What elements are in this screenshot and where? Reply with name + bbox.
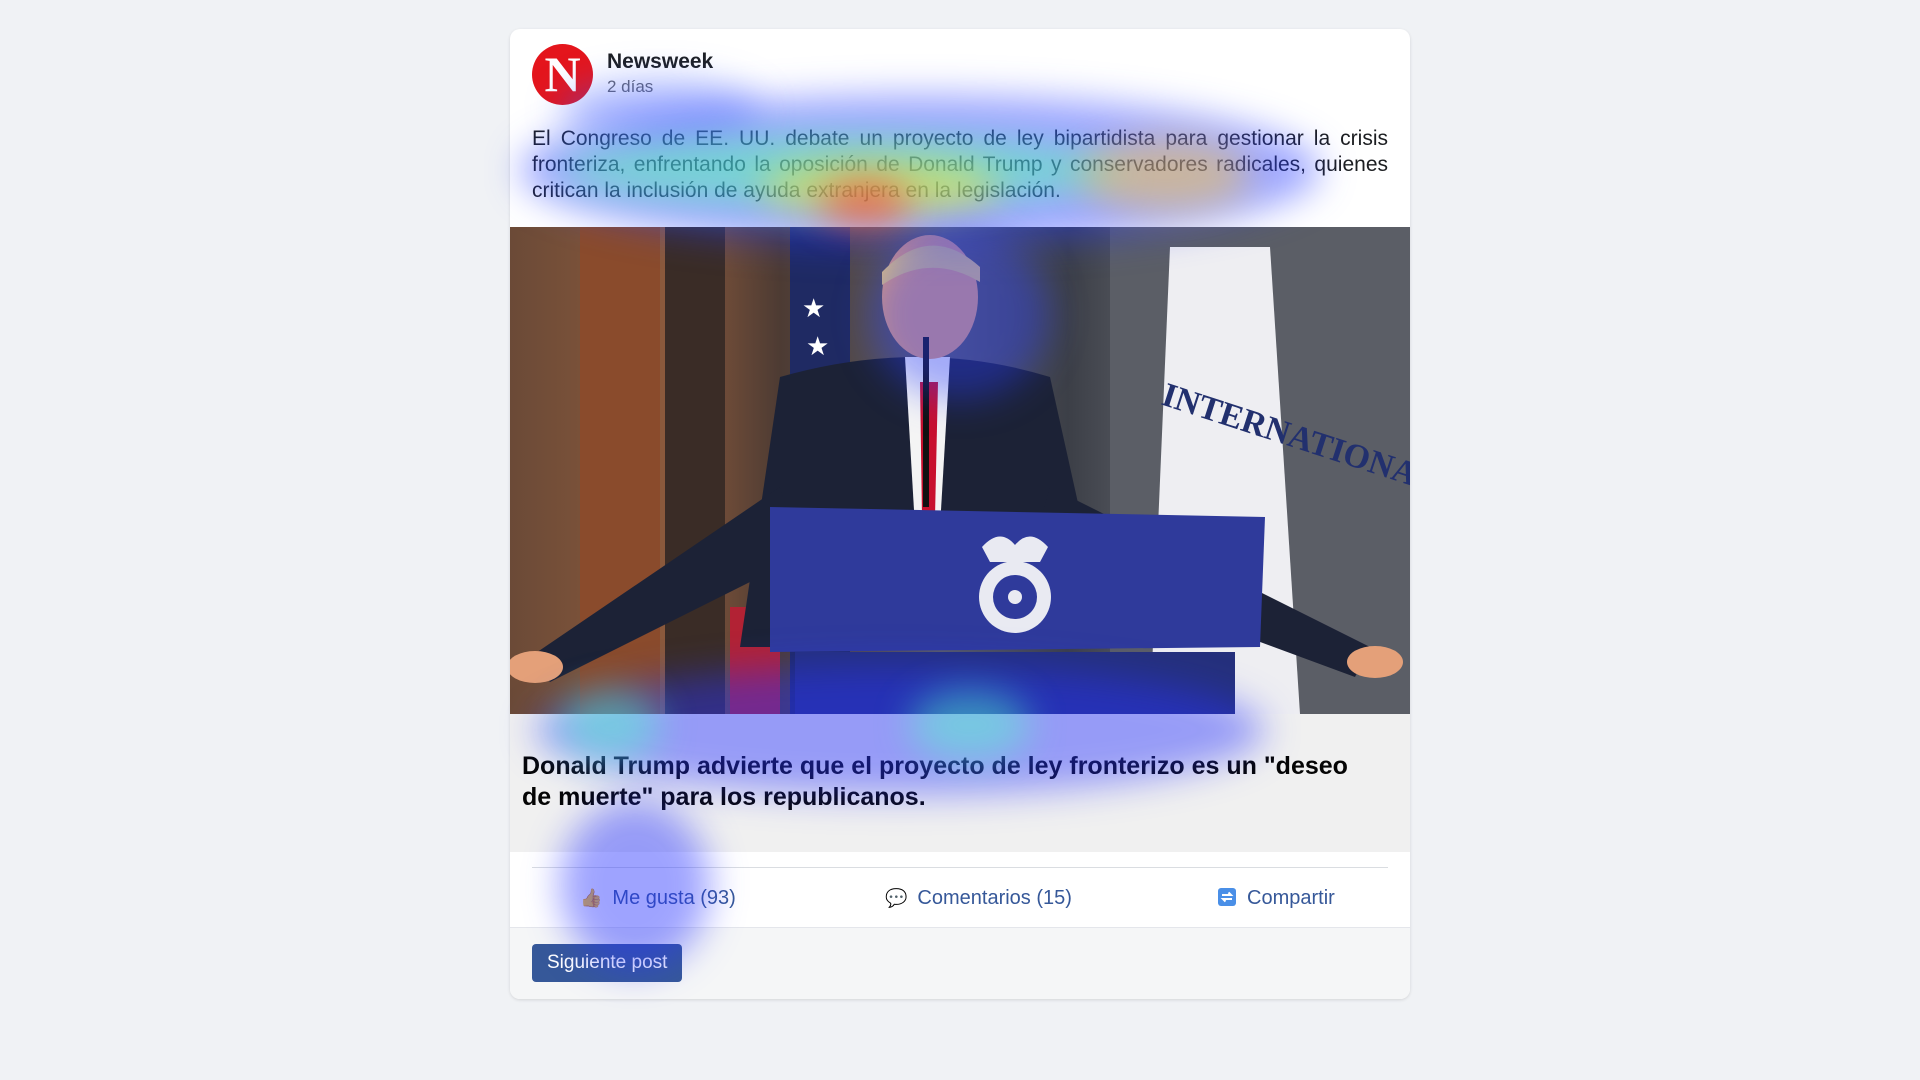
comments-button[interactable]: 💬 Comentarios (15) — [885, 869, 1072, 927]
speech-bubble-icon: 💬 — [885, 888, 908, 908]
star: ★ — [806, 332, 829, 362]
post-text: El Congreso de EE. UU. debate un proyect… — [532, 127, 1388, 202]
right-hand — [1347, 646, 1403, 678]
star: ★ — [802, 294, 825, 324]
link-title[interactable]: Donald Trump advierte que el proyecto de… — [522, 751, 1352, 813]
post-footer: Siguiente post — [510, 927, 1410, 999]
author-name[interactable]: Newsweek — [607, 50, 713, 74]
post-time[interactable]: 2 días — [607, 77, 653, 97]
post-image-graphic: ★ ★ INTERNATIONAL — [510, 227, 1410, 714]
link-preview[interactable]: Donald Trump advierte que el proyecto de… — [510, 714, 1410, 852]
pillar-shadow — [665, 227, 725, 714]
share-button[interactable]: Compartir — [1217, 869, 1335, 927]
comments-label: Comentarios (15) — [917, 887, 1072, 909]
microphone — [923, 337, 929, 507]
like-button[interactable]: 👍 Me gusta (93) — [580, 869, 736, 927]
next-post-button[interactable]: Siguiente post — [532, 944, 683, 982]
like-label: Me gusta (93) — [612, 887, 736, 909]
share-icon — [1217, 887, 1237, 910]
share-label: Compartir — [1247, 887, 1335, 909]
post-card: N Newsweek 2 días El Congreso de EE. UU.… — [510, 29, 1410, 999]
divider — [532, 867, 1388, 868]
thumbs-up-icon: 👍 — [580, 888, 603, 908]
action-bar: 👍 Me gusta (93) 💬 Comentarios (15) Compa… — [510, 869, 1410, 927]
podium-base — [795, 652, 1235, 714]
post-header: N Newsweek 2 días — [532, 44, 1382, 109]
podium-seal-hub — [1008, 590, 1022, 604]
avatar[interactable]: N — [532, 44, 593, 105]
post-image[interactable]: ★ ★ INTERNATIONAL — [510, 227, 1410, 714]
